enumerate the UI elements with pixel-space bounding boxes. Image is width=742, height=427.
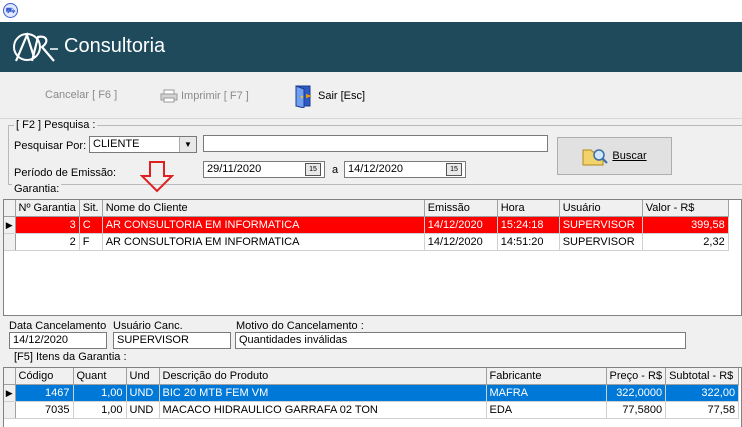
guarantee-column-header[interactable]: Nome do Cliente <box>102 200 425 217</box>
red-arrow-icon <box>140 161 174 193</box>
guarantee-cell[interactable]: F <box>79 233 103 251</box>
title-bar: ⛟ <box>0 0 742 22</box>
item-column-header[interactable]: Fabricante <box>486 368 607 385</box>
guarantee-cell[interactable]: 3 <box>15 216 80 234</box>
search-by-label: Pesquisar Por: <box>14 140 87 152</box>
item-column-header[interactable]: Código <box>15 368 74 385</box>
item-column-header[interactable]: Descrição do Produto <box>159 368 487 385</box>
guarantee-cell[interactable]: 14/12/2020 <box>424 216 498 234</box>
guarantee-cell[interactable]: 2 <box>15 233 80 251</box>
chevron-down-icon[interactable]: ▼ <box>179 137 196 152</box>
item-cell[interactable]: 1467 <box>15 384 74 402</box>
app-cart-icon[interactable]: ⛟ <box>3 3 18 18</box>
print-label: Imprimir [ F7 ] <box>181 90 249 102</box>
search-group-label: [ F2 ] Pesquisa : <box>14 119 98 131</box>
guarantee-column-header[interactable]: Hora <box>497 200 560 217</box>
date-from-field[interactable]: 29/11/2020 15 <box>203 161 325 178</box>
cancel-label: Cancelar [ F6 ] <box>45 89 118 101</box>
item-row[interactable]: ▶ 1467 1,00 UND BIC 20 MTB FEM VM MAFRA 322,00… <box>4 384 740 402</box>
search-button[interactable]: Buscar <box>557 137 672 175</box>
item-cell[interactable]: UND <box>126 384 160 402</box>
exit-door-icon <box>295 85 312 108</box>
date-to-field[interactable]: 14/12/2020 15 <box>344 161 466 178</box>
guarantee-column-header[interactable]: Valor - R$ <box>642 200 729 217</box>
guarantee-column-header[interactable]: Nº Garantia <box>15 200 80 217</box>
item-cell[interactable]: 322,0000 <box>606 384 667 402</box>
guarantee-cell[interactable]: 14:51:20 <box>497 233 560 251</box>
row-pointer-icon[interactable]: ▶ <box>4 384 16 402</box>
date-to-value: 14/12/2020 <box>348 163 404 175</box>
item-cell[interactable]: UND <box>126 401 160 419</box>
cancel-date-label: Data Cancelamento <box>9 320 107 332</box>
items-group-label: [F5] Itens da Garantia : <box>12 351 129 363</box>
calendar-icon[interactable]: 15 <box>305 163 321 176</box>
guarantee-cell[interactable]: SUPERVISOR <box>559 216 643 234</box>
toolbar: Cancelar [ F6 ] Imprimir [ F7 ] Sair [Es… <box>0 72 742 119</box>
guarantee-cell[interactable]: AR CONSULTORIA EM INFORMATICA <box>102 233 425 251</box>
search-by-value: CLIENTE <box>93 138 140 150</box>
header-banner: Consultoria <box>0 22 742 72</box>
guarantee-column-header[interactable]: Sit. <box>79 200 103 217</box>
item-cell[interactable]: 1,00 <box>73 384 127 402</box>
exit-label: Sair [Esc] <box>318 90 366 102</box>
row-indicator[interactable] <box>4 233 16 251</box>
date-separator: a <box>332 164 339 176</box>
item-column-header[interactable]: Quant <box>73 368 127 385</box>
period-label: Período de Emissão: <box>14 167 117 179</box>
date-from-value: 29/11/2020 <box>207 163 262 175</box>
item-cell[interactable]: 77,5800 <box>606 401 667 419</box>
cancel-reason-label: Motivo do Cancelamento : <box>236 320 364 332</box>
search-button-label: Buscar <box>612 150 647 162</box>
row-indicator-header <box>4 368 16 385</box>
cancel-user-label: Usuário Canc. <box>113 320 183 332</box>
guarantee-cell[interactable]: SUPERVISOR <box>559 233 643 251</box>
item-cell[interactable]: 7035 <box>15 401 74 419</box>
item-cell[interactable]: EDA <box>486 401 607 419</box>
cancel-date-field[interactable]: 14/12/2020 <box>9 332 107 349</box>
guarantee-cell[interactable]: 14/12/2020 <box>424 233 498 251</box>
row-indicator[interactable] <box>4 401 16 419</box>
guarantee-cell[interactable]: C <box>79 216 103 234</box>
item-cell[interactable]: 77,58 <box>665 401 740 419</box>
item-cell[interactable]: 1,00 <box>73 401 127 419</box>
row-pointer-icon[interactable]: ▶ <box>4 216 16 234</box>
guarantee-row[interactable]: 2 F AR CONSULTORIA EM INFORMATICA 14/12/202… <box>4 233 729 251</box>
item-column-header[interactable]: Subtotal - R$ <box>665 368 740 385</box>
row-indicator-header <box>4 200 16 217</box>
item-cell[interactable]: MACACO HIDRAULICO GARRAFA 02 TON <box>159 401 487 419</box>
guarantee-cell[interactable]: 2,32 <box>642 233 729 251</box>
guarantee-column-header[interactable]: Emissão <box>424 200 498 217</box>
items-grid[interactable]: Código Quant Und Descrição do Produto Fabric… <box>3 367 742 427</box>
item-column-header[interactable]: Preço - R$ <box>606 368 667 385</box>
cancel-user-field[interactable]: SUPERVISOR <box>113 332 231 349</box>
guarantee-column-header[interactable]: Usuário <box>559 200 643 217</box>
item-column-header[interactable]: Und <box>126 368 160 385</box>
guarantee-cell[interactable]: 15:24:18 <box>497 216 560 234</box>
folder-search-icon <box>582 149 609 166</box>
printer-icon <box>160 89 178 103</box>
guarantee-grid[interactable]: Nº Garantia Sit. Nome do Cliente Emissão Hor… <box>3 199 742 316</box>
brand-name: Consultoria <box>64 35 166 57</box>
ar-logo-icon <box>13 31 58 62</box>
item-cell[interactable]: MAFRA <box>486 384 607 402</box>
guarantee-group-label: Garantia: <box>12 183 62 195</box>
item-cell[interactable]: 322,00 <box>665 384 740 402</box>
print-button[interactable]: Imprimir [ F7 ] <box>160 89 249 103</box>
search-input[interactable] <box>203 135 548 152</box>
item-cell[interactable]: BIC 20 MTB FEM VM <box>159 384 487 402</box>
guarantee-cell[interactable]: 399,58 <box>642 216 729 234</box>
item-row[interactable]: 7035 1,00 UND MACACO HIDRAULICO GARRAFA 02 … <box>4 401 740 419</box>
cancel-reason-field[interactable]: Quantidades inválidas <box>235 332 686 349</box>
calendar-icon[interactable]: 15 <box>446 163 462 176</box>
guarantee-row[interactable]: ▶ 3 C AR CONSULTORIA EM INFORMATICA 14/12/20… <box>4 216 729 234</box>
search-by-select[interactable]: CLIENTE ▼ <box>89 136 197 153</box>
exit-button[interactable]: Sair [Esc] <box>293 84 365 108</box>
guarantee-cell[interactable]: AR CONSULTORIA EM INFORMATICA <box>102 216 425 234</box>
cancel-button[interactable]: Cancelar [ F6 ] <box>45 89 117 101</box>
